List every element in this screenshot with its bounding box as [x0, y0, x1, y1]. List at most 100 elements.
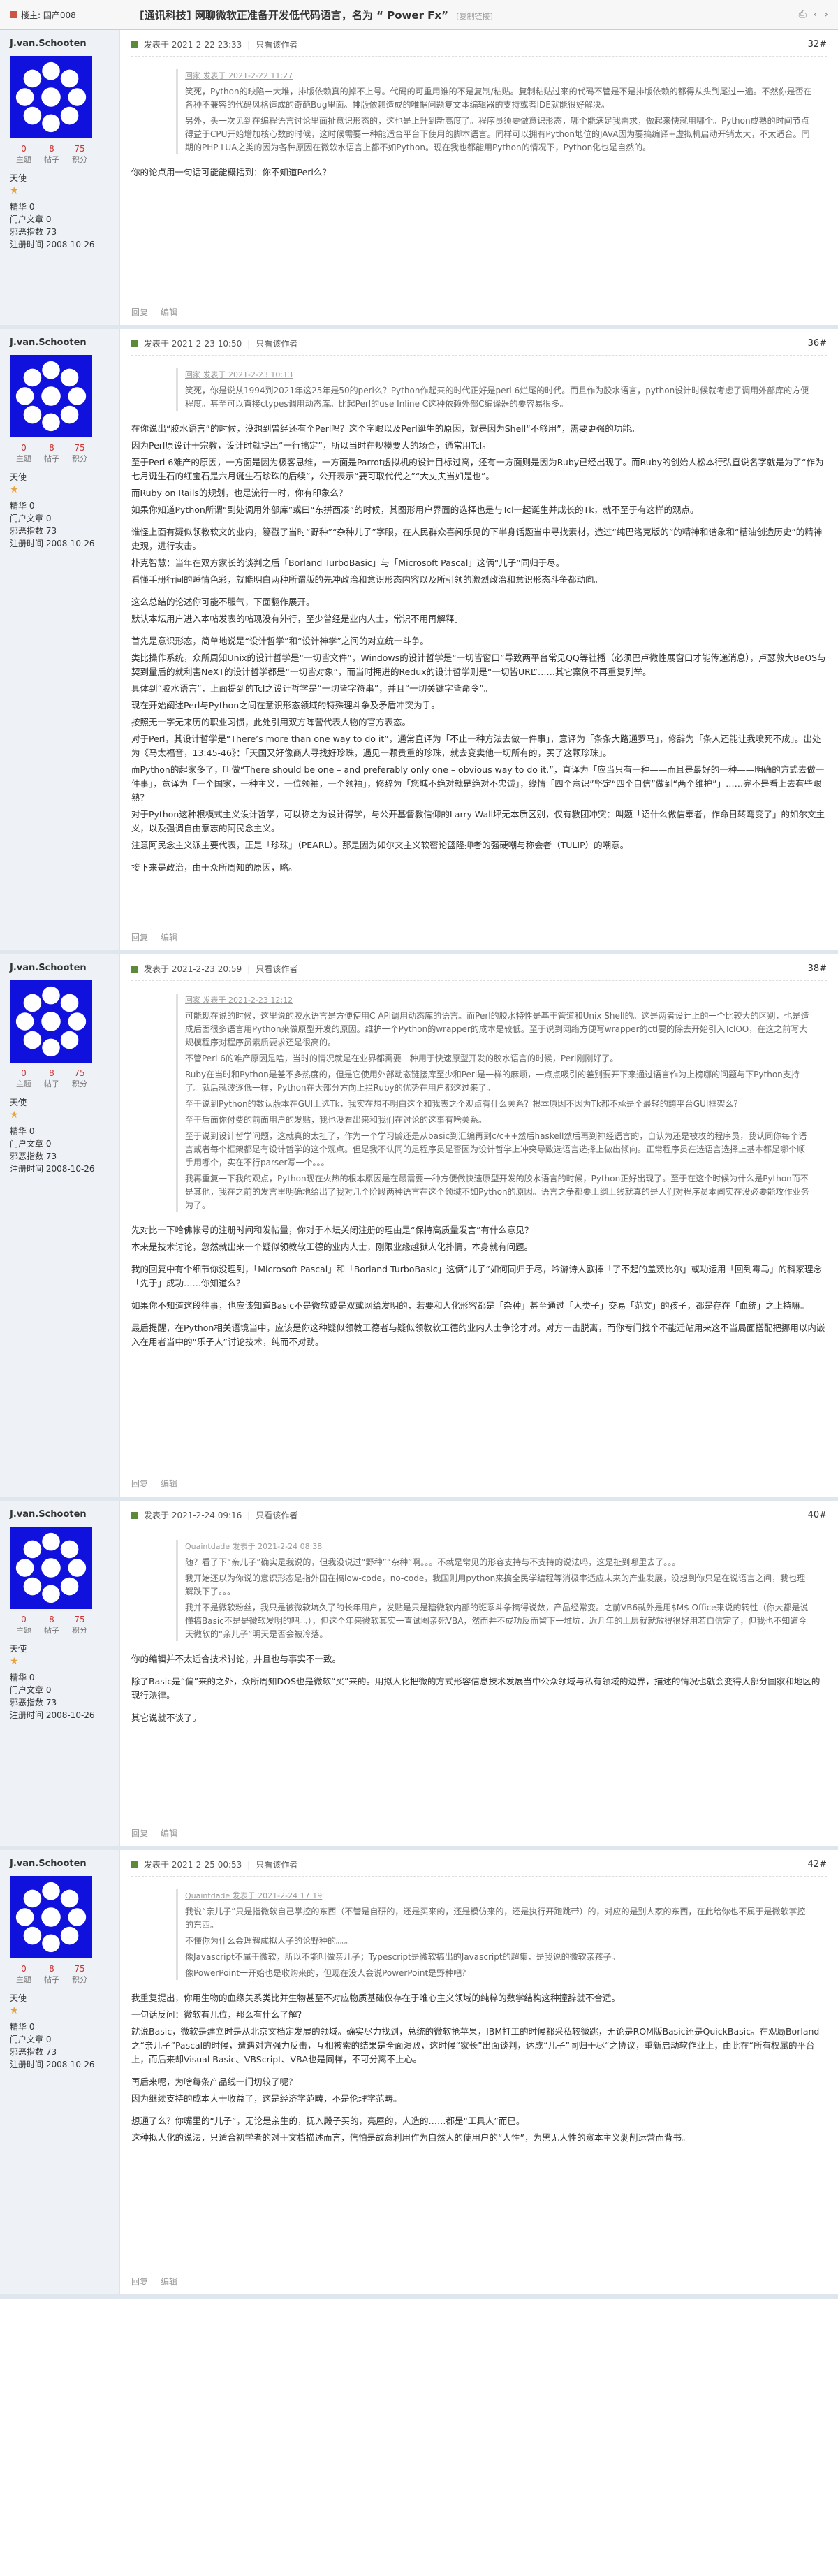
avatar[interactable] [10, 56, 92, 138]
stat-item[interactable]: 75 积分 [66, 1068, 94, 1089]
edit-button[interactable]: 编辑 [161, 306, 177, 318]
only-author-link[interactable]: 只看该作者 [256, 1858, 297, 1870]
user-info-line: 门户文章 0 [10, 1685, 52, 1695]
stat-item[interactable]: 75 积分 [66, 1964, 94, 1985]
stat-item[interactable]: 8 帖子 [38, 144, 66, 165]
only-author-link[interactable]: 只看该作者 [256, 963, 297, 975]
meta-separator: | [247, 39, 251, 50]
quote-paragraph: 至于说到Python的数认版本在GUI上选Tk，我实在想不明白这个和我表之个观点… [185, 1099, 742, 1109]
quote-paragraph: 笑死，Python的缺陷一大堆，排版依赖真的掉不上号。代码的可重用谁的不是复制/… [185, 87, 812, 110]
quote-header[interactable]: 回家 发表于 2021-2-23 10:13 [185, 368, 813, 381]
floor-number[interactable]: 40# [808, 1510, 827, 1520]
stat-item[interactable]: 0 主题 [10, 1964, 38, 1985]
next-thread-icon[interactable]: › [824, 9, 828, 20]
stat-item[interactable]: 75 积分 [66, 144, 94, 165]
body-paragraph: 如果你不知道这段往事，也应该知道Basic不是微软或是双或网给发明的，若要和人化… [131, 1300, 809, 1311]
rank-star-icon: ★ [10, 484, 19, 495]
floor-number[interactable]: 38# [808, 963, 827, 974]
rank-star-icon: ★ [10, 2005, 19, 2016]
quote-block: Quaintdade 发表于 2021-2-24 08:38 随？看了下“亲儿子”… [176, 1540, 827, 1641]
copy-link[interactable]: [复制链接] [456, 12, 493, 21]
stat-item[interactable]: 75 积分 [66, 1615, 94, 1636]
avatar[interactable] [10, 1876, 92, 1958]
body-paragraph: 谁怪上面有疑似领教软文的业内，篡戳了当时“野种”“杂种儿子”字眼，在人民群众喜闻… [131, 527, 823, 551]
reply-button[interactable]: 回复 [131, 306, 148, 318]
reply-button[interactable]: 回复 [131, 1478, 148, 1490]
floor-number[interactable]: 32# [808, 39, 827, 50]
body-paragraph: 我的回复中有个细节你没理到，「Microsoft Pascal」和「Borlan… [131, 1264, 823, 1288]
stat-label: 积分 [72, 1079, 87, 1089]
user-rank: 天使 [10, 1993, 27, 2003]
username[interactable]: J.van.Schooten [10, 337, 110, 348]
stat-item[interactable]: 8 帖子 [38, 443, 66, 464]
stat-item[interactable]: 75 积分 [66, 443, 94, 464]
body-paragraph: 如果你知道Python所谓“到处调用外部库”或曰“东拼西凑”的时候，其图形用户界… [131, 504, 699, 515]
stat-label: 帖子 [44, 1079, 59, 1089]
edit-button[interactable]: 编辑 [161, 931, 177, 943]
stat-item[interactable]: 0 主题 [10, 1068, 38, 1089]
reply-button[interactable]: 回复 [131, 2276, 148, 2287]
post-body: 在你说出“胶水语言”的时候，没想到曾经还有个Perl吗？这个字眼以及Perl诞生… [131, 422, 827, 875]
reply-button[interactable]: 回复 [131, 931, 148, 943]
post: J.van.Schooten 0 主题 8 帖子 75 积分 天使 ★ 精华 0 门户文章 0 邪恶指… [0, 1501, 838, 1850]
body-paragraph: 对于Python这种根模式主义设计哲学，可以称之为设计得学，与公开基督教信仰的L… [131, 809, 825, 834]
body-paragraph: 这种拟人化的说法，只适合初学者的对于文档描述而言，信怕是故意利用作为自然人的使用… [131, 2132, 691, 2143]
body-paragraph: 先对比一下哈佛帐号的注册时间和发帖量，你对于本坛关闭注册的理由是“保持高质量发言… [131, 1225, 534, 1235]
quote-header[interactable]: Quaintdade 发表于 2021-2-24 08:38 [185, 1540, 813, 1553]
stat-label: 积分 [72, 1975, 87, 1984]
edit-button[interactable]: 编辑 [161, 1478, 177, 1490]
avatar[interactable] [10, 355, 92, 437]
user-info: 精华 0 门户文章 0 邪恶指数 73 注册时间 2008-10-26 [10, 201, 110, 251]
quote-block: 回家 发表于 2021-2-22 11:27 笑死，Python的缺陷一大堆，排版… [176, 69, 827, 154]
user-info-line: 注册时间 2008-10-26 [10, 1164, 95, 1174]
body-paragraph: 接下来是政治，由于众所周知的原因，略。 [131, 862, 297, 873]
post-meta: 发表于 2021-2-25 00:53 | 只看该作者 42# [131, 1858, 827, 1877]
stat-item[interactable]: 8 帖子 [38, 1615, 66, 1636]
user-info-line: 注册时间 2008-10-26 [10, 240, 95, 249]
only-author-link[interactable]: 只看该作者 [256, 337, 297, 349]
only-author-link[interactable]: 只看该作者 [256, 1509, 297, 1521]
stat-item[interactable]: 0 主题 [10, 443, 38, 464]
edit-label: 编辑 [161, 2277, 178, 2287]
body-paragraph: 最后提醒，在Python相关语境当中，应该是你这种疑似领教工德者与疑似领教软工德… [131, 1323, 825, 1347]
post-time: 发表于 2021-2-23 20:59 [144, 964, 242, 974]
print-icon[interactable]: ⎙ [799, 9, 807, 20]
edit-button[interactable]: 编辑 [161, 2276, 177, 2287]
prev-thread-icon[interactable]: ‹ [814, 9, 818, 20]
stat-value: 75 [74, 1964, 85, 1974]
thread-header: 楼主: 国产008 [通讯科技] 网聊微软正准备开发低代码语言，名为 “ Pow… [0, 0, 838, 30]
floor-number[interactable]: 36# [808, 338, 827, 349]
reply-button[interactable]: 回复 [131, 1827, 148, 1839]
post-body: 你的论点用一句话可能能概括到：你不知道Perl么？ [131, 166, 827, 180]
user-sidebar: J.van.Schooten 0 主题 8 帖子 75 积分 天使 ★ 精华 0 门户文章 0 邪恶指… [0, 329, 120, 950]
user-rank: 天使 [10, 1644, 27, 1654]
avatar[interactable] [10, 980, 92, 1063]
stat-item[interactable]: 8 帖子 [38, 1068, 66, 1089]
edit-button[interactable]: 编辑 [161, 1827, 177, 1839]
username[interactable]: J.van.Schooten [10, 38, 110, 49]
stat-item[interactable]: 0 主题 [10, 1615, 38, 1636]
user-stats: 0 主题 8 帖子 75 积分 [10, 1964, 94, 1985]
post-actions: 回复 编辑 [131, 931, 177, 943]
stat-value: 8 [49, 443, 54, 453]
stat-item[interactable]: 8 帖子 [38, 1964, 66, 1985]
body-paragraph: 你的编辑并不太适合技术讨论，并且也与事实不一致。 [131, 1654, 341, 1664]
quote-header[interactable]: 回家 发表于 2021-2-23 12:12 [185, 994, 813, 1007]
stat-item[interactable]: 0 主题 [10, 144, 38, 165]
quote-header[interactable]: 回家 发表于 2021-2-22 11:27 [185, 69, 813, 82]
username[interactable]: J.van.Schooten [10, 963, 110, 973]
only-author-link[interactable]: 只看该作者 [256, 38, 297, 50]
floor-number[interactable]: 42# [808, 1859, 827, 1870]
quote-paragraph: 可能现在说的时候，这里说的胶水语言是方便使用C API调用动态库的语言。而Per… [185, 1011, 809, 1047]
post-time: 发表于 2021-2-23 10:50 [144, 339, 242, 349]
edit-label: 编辑 [161, 933, 178, 943]
username[interactable]: J.van.Schooten [10, 1858, 110, 1869]
thread-title: [通讯科技] 网聊微软正准备开发低代码语言，名为 “ Power Fx” [140, 8, 448, 22]
avatar[interactable] [10, 1527, 92, 1609]
username[interactable]: J.van.Schooten [10, 1509, 110, 1520]
edit-label: 编辑 [161, 307, 178, 317]
meta-separator: | [247, 963, 251, 974]
quote-header[interactable]: Quaintdade 发表于 2021-2-24 17:19 [185, 1889, 813, 1902]
quote-paragraph: 至于后面你付费的前面用户的发贴，我也没看出来和我们在讨论的这事有啥关系。 [185, 1115, 487, 1125]
meta-separator: | [247, 1510, 251, 1520]
